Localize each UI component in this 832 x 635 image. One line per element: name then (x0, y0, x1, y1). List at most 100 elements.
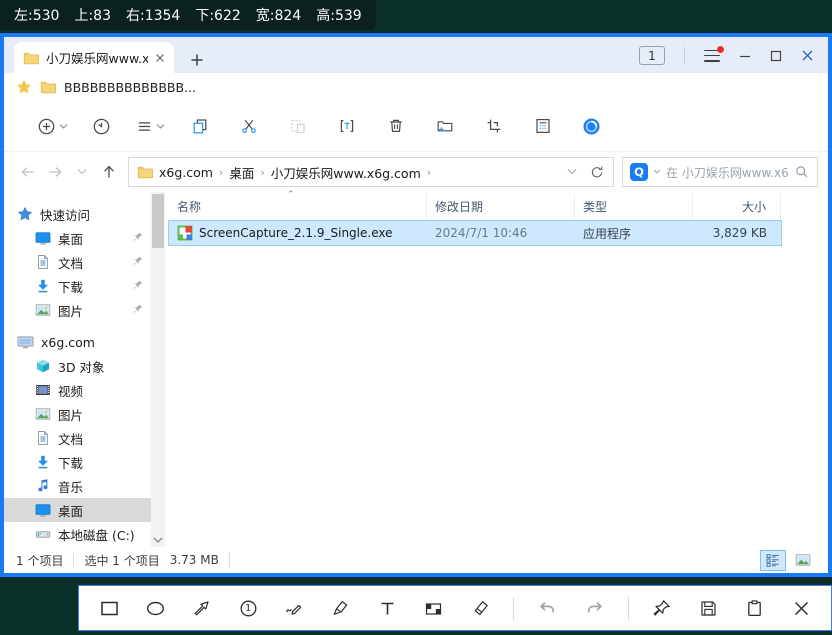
sidebar-section-computer[interactable]: x6g.com (4, 330, 151, 354)
column-header[interactable]: 名称 (169, 194, 427, 219)
eraser-tool-button[interactable] (467, 595, 493, 621)
breadcrumb-chevron-icon[interactable]: › (260, 166, 264, 179)
column-header[interactable]: 类型 (575, 194, 693, 219)
details-view-button[interactable] (760, 549, 786, 571)
window-close-button[interactable] (801, 49, 814, 62)
exe-file-icon (177, 225, 193, 241)
rectangle-tool-button[interactable] (96, 595, 122, 621)
sidebar-item[interactable]: 音乐 (4, 474, 151, 498)
paste-icon (289, 117, 307, 135)
scrollbar-down-icon[interactable] (153, 537, 163, 544)
sidebar-item[interactable]: 文档 (4, 250, 151, 274)
chevron-down-icon (156, 123, 165, 130)
rename-button[interactable] (322, 117, 371, 135)
delete-icon (387, 117, 405, 135)
search-chevron-down-icon[interactable] (653, 169, 661, 175)
explorer-window: 小刀娱乐网www.x 1 BBBBBBBBBBBBBB... x6g.com ›… (0, 33, 832, 577)
pen-tool-button[interactable] (282, 595, 308, 621)
sidebar-item[interactable]: 文档 (4, 426, 151, 450)
properties-button[interactable] (518, 117, 567, 135)
breadcrumb: x6g.com › 桌面 › 小刀娱乐网www.x6g.com › (159, 163, 431, 182)
active-tab[interactable]: 小刀娱乐网www.x (14, 42, 174, 73)
sidebar-item[interactable]: 下载 (4, 274, 151, 298)
column-header[interactable]: 修改日期 (427, 194, 575, 219)
sidebar-item[interactable]: 下载 (4, 450, 151, 474)
favorites-item[interactable]: BBBBBBBBBBBBBB... (16, 79, 196, 95)
search-engine-badge[interactable]: Q (630, 163, 648, 181)
marker-tool-button[interactable] (328, 595, 354, 621)
address-chevron-down-icon[interactable] (567, 168, 577, 176)
download-icon (35, 278, 51, 294)
new-tab-button[interactable] (190, 53, 204, 67)
new-folder-button[interactable] (420, 117, 469, 135)
menu-button[interactable] (704, 45, 724, 62)
up-button[interactable] (95, 163, 122, 181)
maximize-button[interactable] (770, 50, 782, 62)
back-button[interactable] (14, 163, 41, 181)
sort-button[interactable] (126, 118, 175, 135)
file-row[interactable]: ScreenCapture_2.1.9_Single.exe 2024/7/1 1… (168, 220, 782, 246)
number-tool-button[interactable]: 1 (235, 595, 261, 621)
cut-button[interactable] (224, 117, 273, 135)
app-logo-button[interactable] (567, 117, 616, 136)
capture-info-bar: 左:530 上:83 右:1354 下:622 宽:824 高:539 (0, 0, 376, 30)
sidebar-item[interactable]: 桌面 (4, 498, 151, 522)
delete-button[interactable] (371, 117, 420, 135)
scrollbar-thumb[interactable] (152, 194, 164, 248)
undo-tool-button[interactable] (535, 595, 561, 621)
search-input[interactable]: Q 在 小刀娱乐网www.x6... (622, 157, 818, 187)
search-placeholder: 在 小刀娱乐网www.x6... (666, 165, 789, 180)
divider (684, 47, 685, 64)
forward-button[interactable] (41, 163, 68, 181)
sidebar-item[interactable]: 视频 (4, 378, 151, 402)
ellipse-tool-button[interactable] (142, 595, 168, 621)
column-header[interactable]: 大小 (693, 194, 781, 219)
music-icon (35, 478, 51, 494)
file-list-header: ⌃ 名称 修改日期 类型 大小 (169, 190, 828, 219)
address-bar[interactable]: x6g.com › 桌面 › 小刀娱乐网www.x6g.com › (128, 157, 614, 187)
copy-button[interactable] (175, 117, 224, 135)
breadcrumb-segment[interactable]: 小刀娱乐网www.x6g.com (271, 163, 421, 182)
recent-button[interactable] (77, 117, 126, 136)
sidebar-item[interactable]: 3D 对象 (4, 354, 151, 378)
search-icon[interactable] (794, 164, 810, 180)
close-tool-button[interactable] (788, 595, 814, 621)
arrow-tool-button[interactable] (189, 595, 215, 621)
breadcrumb-segment[interactable]: x6g.com (159, 165, 213, 180)
pin-tool-button[interactable] (649, 595, 675, 621)
clipboard-tool-button[interactable] (742, 595, 768, 621)
sidebar-section-quick-access[interactable]: 快速访问 (4, 202, 151, 226)
sidebar-item[interactable]: 桌面 (4, 226, 151, 250)
breadcrumb-chevron-icon[interactable]: › (427, 166, 431, 179)
selected-size: 3.73 MB (169, 553, 219, 567)
capture-coordinate: 宽:824 (255, 8, 302, 24)
file-name: ScreenCapture_2.1.9_Single.exe (199, 226, 393, 240)
redo-tool-button[interactable] (581, 595, 607, 621)
sidebar-scrollbar[interactable] (151, 192, 165, 547)
status-bar: 1 个项目 选中 1 个项目 3.73 MB (4, 547, 828, 573)
quick-access-icon (17, 206, 33, 222)
breadcrumb-segment[interactable]: 桌面 (229, 163, 254, 182)
thumbnail-view-button[interactable] (790, 550, 816, 571)
sidebar-item[interactable]: 本地磁盘 (C:) (4, 522, 151, 546)
select-button[interactable] (469, 117, 518, 135)
folder-icon (23, 50, 39, 66)
refresh-icon[interactable] (589, 164, 605, 180)
breadcrumb-chevron-icon[interactable]: › (219, 166, 223, 179)
tab-count-badge[interactable]: 1 (639, 46, 665, 65)
divider (73, 553, 75, 567)
save-tool-button[interactable] (695, 595, 721, 621)
new-item-button[interactable] (28, 117, 77, 136)
sidebar-item-label: 文档 (58, 255, 84, 271)
tab-close-icon[interactable] (155, 53, 165, 63)
paste-button[interactable] (273, 117, 322, 135)
folder-icon (40, 79, 56, 95)
chevron-down-icon (59, 123, 68, 130)
text-tool-button[interactable] (374, 595, 400, 621)
sidebar-item[interactable]: 图片 (4, 298, 151, 322)
cut-icon (240, 117, 258, 135)
sidebar-item[interactable]: 图片 (4, 402, 151, 426)
recent-locations-chevron-icon[interactable] (68, 168, 95, 176)
mosaic-tool-button[interactable] (421, 595, 447, 621)
minimize-button[interactable] (739, 50, 751, 62)
